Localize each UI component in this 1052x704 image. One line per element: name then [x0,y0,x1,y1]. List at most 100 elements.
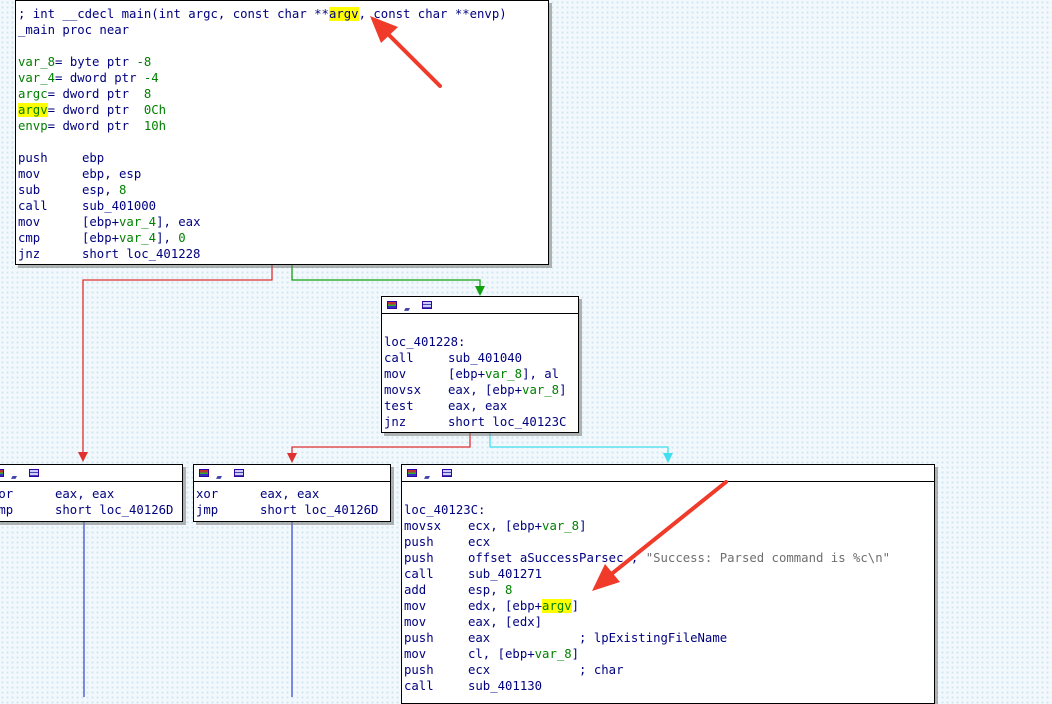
node-main[interactable]: ; int __cdecl main(int argc, const char … [15,0,549,265]
proc-declaration: _main proc near [18,23,130,37]
var-offset: 0Ch [143,103,167,117]
instruction-line: cmp [ebp+var_4], 0 [18,230,546,246]
operand-part: ] [571,647,580,661]
instruction-line: mov eax, [edx] [404,614,932,630]
instruction-line: push ebp [18,150,546,166]
instruction-line: xor eax, eax [196,486,388,502]
graph-color-icon[interactable] [407,469,417,477]
graph-color-icon[interactable] [0,469,4,477]
instruction-line: mov edx, [ebp+argv] [404,598,932,614]
node-header [382,297,578,314]
var-name: var_4 [18,71,56,85]
mnemonic: push [18,151,48,165]
node-loc-401228[interactable]: loc_401228: callsub_401040mov[ebp+var_8]… [381,296,579,433]
comment: ; [623,551,646,565]
mnemonic: push [404,663,434,677]
mnemonic: test [384,399,414,413]
argv-highlight: argv [328,7,359,21]
instruction-line: sub esp, 8 [18,182,546,198]
graph-color-icon[interactable] [199,469,209,477]
operand-part: cl, [ebp+ [468,647,535,661]
var-sep: = [55,55,70,69]
instruction-line: call sub_401000 [18,198,546,214]
mnemonic: mov [404,599,427,613]
instruction-line: push offset aSuccessParsec ; "Success: Pa… [404,550,932,566]
operand-part: ecx, [ebp+ [468,519,543,533]
function-signature: ; int __cdecl main(int argc, const char … [18,7,507,21]
mnemonic: jnz [18,247,41,261]
var-sep: = [47,103,63,117]
instruction-line: mov ebp, esp [18,166,546,182]
operands: eax, eax [448,399,508,413]
mnemonic: push [404,551,434,565]
label-loc-401228: loc_401228: [384,335,466,349]
operand-part: ] [559,383,567,397]
mnemonic: call [404,679,434,693]
stack-var-def: envp= dword ptr 10h [18,118,546,134]
mnemonic: movsx [404,519,442,533]
var-sep: = [55,71,70,85]
node-header [0,465,182,482]
operand-part: esp, [468,583,506,597]
operand-part: eax, [ebp+ [448,383,523,397]
operand-part: ] [571,599,580,613]
var-type: dword ptr [62,103,144,117]
operand-part: ], [156,231,179,245]
graph-listing-icon[interactable] [29,469,39,477]
mnemonic: mov [404,647,427,661]
operand-part: [ebp+ [448,367,486,381]
instruction-line: push ecx ; char [404,662,932,678]
operands: ecx [468,663,491,677]
edge-false-main-arrow [78,452,88,462]
operands: eax, eax [260,487,320,501]
operands: sub_401040 [448,351,523,365]
var-name: argv [18,103,48,117]
instruction-line: push ecx [404,534,932,550]
operand-part: ], al [522,367,560,381]
stack-var-def: argv= dword ptr 0Ch [18,102,546,118]
graph-listing-icon[interactable] [442,469,452,477]
instruction-line: call sub_401130 [404,678,932,694]
graph-node-icon[interactable] [404,301,415,309]
graph-node-icon[interactable] [11,469,22,477]
mnemonic: jmp [0,503,14,517]
argv-highlight: argv [542,599,572,613]
operands: short loc_40126D [260,503,379,517]
mnemonic: call [384,351,414,365]
operands: sub_401271 [468,567,543,581]
var-type: dword ptr [69,71,144,85]
graph-color-icon[interactable] [387,301,397,309]
string-comment: "Success: Parsed command is %c\n" [645,551,891,565]
var-offset: 8 [143,87,152,101]
stack-var-ref: var_8 [542,519,580,533]
immediate-value: 8 [119,183,127,197]
instruction-line: jnz short loc_401228 [18,246,546,262]
operands: eax, [edx] [468,615,543,629]
instruction-line: call sub_401040 [384,350,576,366]
comment: ; char [490,663,624,677]
stack-var-def: argc= dword ptr 8 [18,86,546,102]
var-offset: -4 [143,71,159,85]
node-left-2[interactable]: xor eax, eax jmp short loc_40126D [193,464,391,522]
stack-var-ref: var_4 [119,231,157,245]
stack-var-ref: var_8 [534,647,572,661]
instruction-line: mov cl, [ebp+var_8] [404,646,932,662]
graph-node-icon[interactable] [424,469,435,477]
operands: ebp, esp [82,167,142,181]
operand-part: esp, [82,183,120,197]
var-type: dword ptr [62,87,144,101]
graph-node-icon[interactable] [216,469,227,477]
node-loc-40123c[interactable]: loc_40123C: movsxecx, [ebp+var_8]pushecx… [401,464,935,704]
node-left-1[interactable]: xor eax, eax jmp short loc_40126D [0,464,183,522]
operand-part: ], eax [156,215,201,229]
edge-true-main-arrow [475,286,485,296]
graph-listing-icon[interactable] [234,469,244,477]
graph-listing-icon[interactable] [422,301,432,309]
instruction-line: test eax, eax [384,398,576,414]
operand-part: ] [579,519,587,533]
instruction-line: movsx eax, [ebp+var_8] [384,382,576,398]
mnemonic: jmp [196,503,219,517]
node-header [194,465,390,482]
mnemonic: call [404,567,434,581]
var-sep: = [47,119,63,133]
